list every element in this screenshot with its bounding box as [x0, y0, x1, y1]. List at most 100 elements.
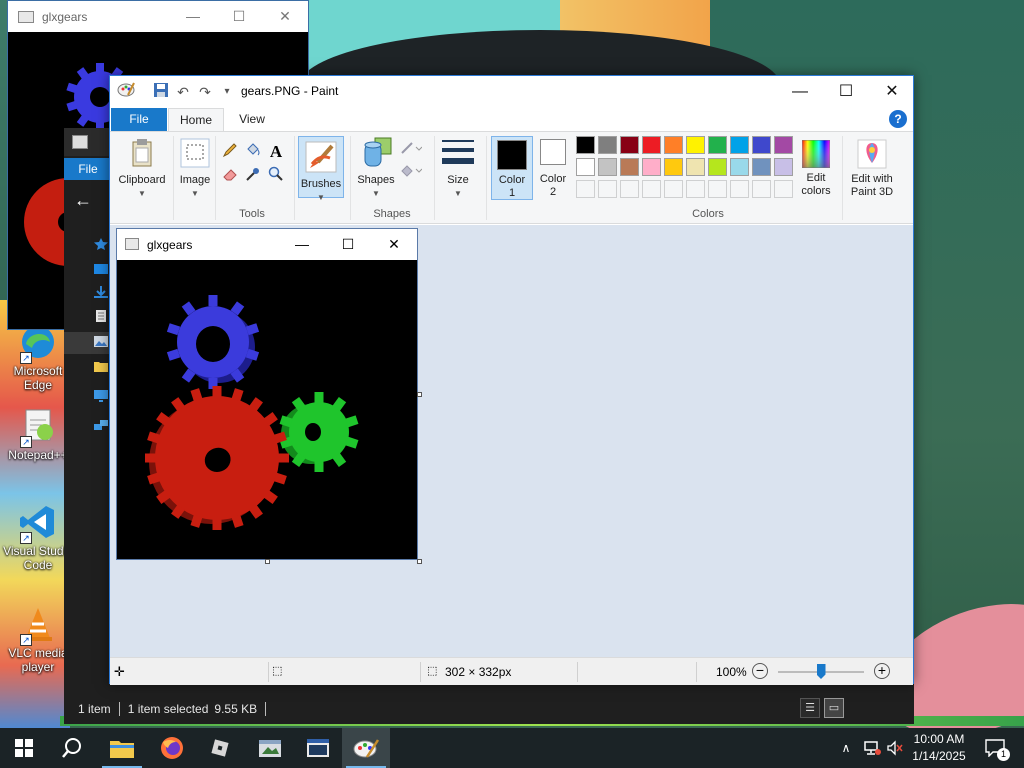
palette-swatch[interactable]	[598, 136, 617, 154]
customize-qat-chevron-down-icon[interactable]: ▾	[216, 81, 238, 103]
palette-custom-slot[interactable]	[752, 180, 771, 198]
taskbar-firefox[interactable]	[148, 728, 196, 768]
line-size-icon	[441, 136, 475, 170]
redo-icon[interactable]: ↷	[194, 81, 216, 103]
palette-custom-slot[interactable]	[576, 180, 595, 198]
taskbar-file-explorer[interactable]	[98, 728, 146, 768]
palette-custom-slot[interactable]	[730, 180, 749, 198]
zoom-out-icon[interactable]: −	[752, 663, 768, 679]
taskbar-clock[interactable]: 10:00 AM 1/14/2025	[906, 731, 972, 765]
show-hidden-icons-chevron-up-icon[interactable]: ∧	[836, 728, 856, 768]
palette-custom-slot[interactable]	[664, 180, 683, 198]
resize-handle-corner[interactable]	[417, 559, 422, 564]
taskbar-app-window[interactable]	[246, 728, 294, 768]
save-icon[interactable]	[150, 81, 172, 103]
tab-file[interactable]: File	[111, 108, 167, 131]
resize-handle-right[interactable]	[417, 392, 422, 397]
canvas-area[interactable]: glxgears — ☐ ✕	[110, 225, 913, 657]
paint-app-icon[interactable]	[115, 81, 137, 103]
search-button[interactable]	[48, 728, 96, 768]
glxgears-window-icon	[125, 238, 139, 250]
close-button[interactable]: ✕	[869, 76, 915, 107]
help-icon[interactable]: ?	[889, 110, 907, 128]
folder-icon[interactable]	[94, 360, 108, 372]
quick-access-star-icon[interactable]	[94, 238, 108, 250]
image-button[interactable]: Image ▼	[176, 136, 214, 200]
color-picker-icon[interactable]	[243, 166, 263, 186]
pencil-icon[interactable]	[220, 142, 240, 162]
downloads-icon[interactable]	[94, 286, 108, 298]
network-icon[interactable]	[860, 728, 884, 768]
palette-custom-slot[interactable]	[708, 180, 727, 198]
volume-muted-icon[interactable]	[884, 728, 906, 768]
palette-swatch[interactable]	[620, 136, 639, 154]
network-icon[interactable]	[94, 420, 108, 432]
explorer-file-tab[interactable]: File	[64, 158, 112, 180]
back-arrow-icon[interactable]: ←	[74, 190, 92, 211]
maximize-button[interactable]: ☐	[823, 76, 869, 107]
palette-swatch[interactable]	[686, 136, 705, 154]
tab-home[interactable]: Home	[168, 108, 224, 131]
palette-swatch[interactable]	[664, 158, 683, 176]
clipboard-button[interactable]: Clipboard ▼	[114, 136, 170, 200]
taskbar-terminal[interactable]	[294, 728, 342, 768]
taskbar-roblox[interactable]	[196, 728, 244, 768]
palette-swatch[interactable]	[642, 136, 661, 154]
minimize-button[interactable]: —	[777, 76, 823, 107]
paint-titlebar[interactable]: ↶ ↷ ▾ gears.PNG - Paint — ☐ ✕	[110, 76, 913, 107]
maximize-button[interactable]: ☐	[216, 1, 262, 32]
canvas-image[interactable]: glxgears — ☐ ✕	[116, 228, 418, 560]
palette-swatch[interactable]	[664, 136, 683, 154]
fill-bucket-icon[interactable]	[243, 142, 263, 162]
minimize-button[interactable]: —	[170, 1, 216, 32]
large-icons-view-icon[interactable]: ▭	[824, 698, 844, 718]
outline-icon[interactable]	[398, 140, 424, 160]
palette-custom-slot[interactable]	[686, 180, 705, 198]
palette-swatch[interactable]	[752, 136, 771, 154]
resize-handle-bottom[interactable]	[265, 559, 270, 564]
pictures-icon[interactable]	[94, 336, 108, 348]
documents-icon[interactable]	[94, 310, 108, 322]
edit-colors-button[interactable]: Edit colors	[796, 136, 836, 198]
palette-custom-slot[interactable]	[774, 180, 793, 198]
eraser-icon[interactable]	[220, 166, 240, 186]
palette-swatch[interactable]	[774, 158, 793, 176]
palette-swatch[interactable]	[752, 158, 771, 176]
size-button[interactable]: Size ▼	[438, 136, 478, 200]
notification-center-icon[interactable]: 1	[980, 728, 1010, 768]
paint-window[interactable]: ↶ ↷ ▾ gears.PNG - Paint — ☐ ✕ File Home …	[109, 75, 914, 685]
text-tool-icon[interactable]: A	[266, 142, 286, 162]
zoom-slider-track[interactable]	[778, 664, 864, 679]
palette-swatch[interactable]	[774, 136, 793, 154]
palette-swatch[interactable]	[576, 158, 595, 176]
palette-swatch[interactable]	[620, 158, 639, 176]
palette-swatch[interactable]	[730, 158, 749, 176]
palette-custom-slot[interactable]	[642, 180, 661, 198]
palette-custom-slot[interactable]	[620, 180, 639, 198]
color1-button[interactable]: Color 1	[491, 136, 533, 200]
palette-swatch[interactable]	[686, 158, 705, 176]
fill-icon[interactable]	[398, 162, 424, 182]
color2-button[interactable]: Color 2	[535, 136, 571, 199]
shapes-button[interactable]: Shapes ▼	[354, 136, 398, 200]
zoom-in-icon[interactable]: +	[874, 663, 890, 679]
palette-swatch[interactable]	[730, 136, 749, 154]
desktop-folder-icon[interactable]	[94, 264, 108, 276]
brushes-button[interactable]: Brushes ▼	[298, 136, 344, 202]
details-view-icon[interactable]: ☰	[800, 698, 820, 718]
undo-icon[interactable]: ↶	[172, 81, 194, 103]
edit-with-paint3d-button[interactable]: Edit with Paint 3D	[846, 136, 898, 199]
taskbar-paint[interactable]	[342, 728, 390, 768]
start-button[interactable]	[0, 728, 48, 768]
palette-custom-slot[interactable]	[598, 180, 617, 198]
magnifier-icon[interactable]	[266, 166, 286, 186]
palette-swatch[interactable]	[642, 158, 661, 176]
palette-swatch[interactable]	[598, 158, 617, 176]
palette-swatch[interactable]	[576, 136, 595, 154]
palette-swatch[interactable]	[708, 158, 727, 176]
close-button[interactable]: ✕	[262, 1, 308, 32]
palette-swatch[interactable]	[708, 136, 727, 154]
zoom-slider-thumb[interactable]	[816, 664, 826, 679]
this-pc-icon[interactable]	[94, 390, 108, 402]
tab-view[interactable]: View	[226, 108, 278, 131]
